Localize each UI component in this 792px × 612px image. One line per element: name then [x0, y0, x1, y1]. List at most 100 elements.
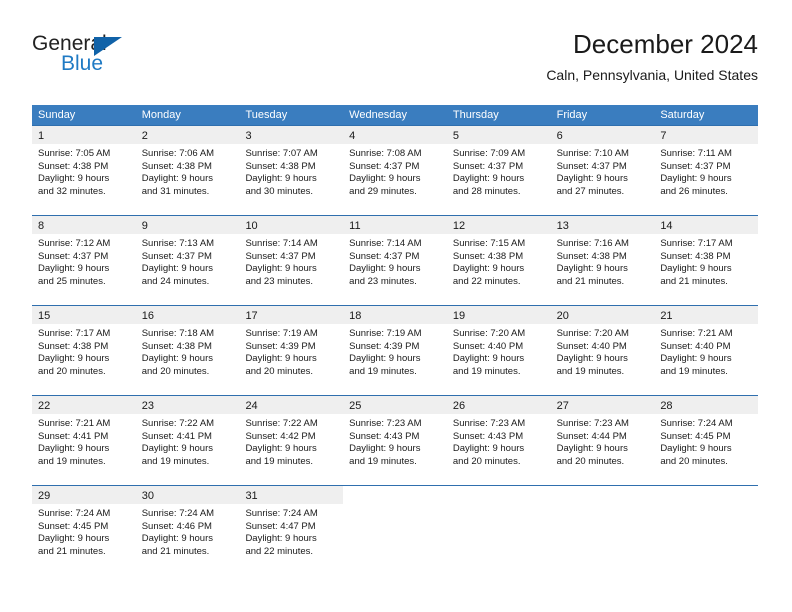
day-details: Sunrise: 7:15 AM Sunset: 4:38 PM Dayligh… — [447, 234, 551, 288]
day-cell[interactable]: 6 Sunrise: 7:10 AM Sunset: 4:37 PM Dayli… — [550, 126, 655, 215]
sunrise-text: Sunrise: 7:22 AM — [245, 418, 318, 429]
sunrise-text: Sunrise: 7:16 AM — [556, 238, 629, 249]
day-details: Sunrise: 7:23 AM Sunset: 4:43 PM Dayligh… — [447, 414, 551, 468]
day-number: 22 — [38, 400, 51, 412]
daylight-text-line2: and 19 minutes. — [38, 455, 106, 467]
sunrise-text: Sunrise: 7:17 AM — [38, 328, 111, 339]
day-details: Sunrise: 7:07 AM Sunset: 4:38 PM Dayligh… — [239, 144, 343, 198]
daylight-text-line2: and 20 minutes. — [38, 365, 106, 377]
day-cell[interactable]: 21 Sunrise: 7:21 AM Sunset: 4:40 PM Dayl… — [654, 306, 759, 395]
day-number: 29 — [38, 490, 51, 502]
daylight-text-line1: Daylight: 9 hours — [141, 353, 214, 365]
day-cell[interactable]: 16 Sunrise: 7:18 AM Sunset: 4:38 PM Dayl… — [135, 306, 240, 395]
title-block: December 2024 Caln, Pennsylvania, United… — [546, 28, 758, 85]
day-number: 7 — [660, 130, 667, 142]
day-number: 4 — [349, 130, 356, 142]
day-cell[interactable]: 4 Sunrise: 7:08 AM Sunset: 4:37 PM Dayli… — [343, 126, 447, 215]
day-cell[interactable]: 14 Sunrise: 7:17 AM Sunset: 4:38 PM Dayl… — [654, 216, 759, 305]
daylight-text-line2: and 19 minutes. — [556, 365, 625, 377]
daylight-text-line1: Daylight: 9 hours — [556, 443, 628, 455]
daylight-text-line2: and 20 minutes. — [556, 455, 625, 467]
day-cell[interactable]: 8 Sunrise: 7:12 AM Sunset: 4:37 PM Dayli… — [32, 216, 136, 305]
day-cell[interactable]: 30 Sunrise: 7:24 AM Sunset: 4:46 PM Dayl… — [135, 486, 240, 575]
day-cell[interactable]: 23 Sunrise: 7:22 AM Sunset: 4:41 PM Dayl… — [135, 396, 240, 485]
sunset-text: Sunset: 4:46 PM — [141, 520, 212, 532]
day-cell-empty — [654, 486, 758, 575]
daylight-text-line1: Daylight: 9 hours — [349, 353, 421, 365]
day-cell[interactable]: 7 Sunrise: 7:11 AM Sunset: 4:37 PM Dayli… — [654, 126, 759, 215]
daylight-text-line1: Daylight: 9 hours — [38, 353, 110, 365]
day-number-band — [447, 486, 551, 504]
day-number-band: 21 — [654, 306, 759, 324]
daylight-text-line2: and 23 minutes. — [245, 275, 314, 287]
day-details: Sunrise: 7:11 AM Sunset: 4:37 PM Dayligh… — [654, 144, 758, 198]
day-cell[interactable]: 2 Sunrise: 7:06 AM Sunset: 4:38 PM Dayli… — [135, 126, 240, 215]
day-cell[interactable]: 28 Sunrise: 7:24 AM Sunset: 4:45 PM Dayl… — [654, 396, 759, 485]
daylight-text-line2: and 23 minutes. — [349, 275, 417, 287]
daylight-text-line2: and 20 minutes. — [660, 455, 728, 467]
day-cell[interactable]: 24 Sunrise: 7:22 AM Sunset: 4:42 PM Dayl… — [239, 396, 344, 485]
day-cell[interactable]: 17 Sunrise: 7:19 AM Sunset: 4:39 PM Dayl… — [239, 306, 344, 395]
day-cell[interactable]: 26 Sunrise: 7:23 AM Sunset: 4:43 PM Dayl… — [446, 396, 551, 485]
day-number-band: 22 — [32, 396, 136, 414]
daylight-text-line2: and 26 minutes. — [660, 185, 728, 197]
day-cell[interactable]: 9 Sunrise: 7:13 AM Sunset: 4:37 PM Dayli… — [135, 216, 240, 305]
day-cell[interactable]: 27 Sunrise: 7:23 AM Sunset: 4:44 PM Dayl… — [550, 396, 655, 485]
daylight-text-line2: and 29 minutes. — [349, 185, 417, 197]
day-cell[interactable]: 11 Sunrise: 7:14 AM Sunset: 4:37 PM Dayl… — [343, 216, 447, 305]
day-cell[interactable]: 12 Sunrise: 7:15 AM Sunset: 4:38 PM Dayl… — [446, 216, 551, 305]
daylight-text-line2: and 19 minutes. — [349, 455, 417, 467]
daylight-text-line1: Daylight: 9 hours — [141, 533, 214, 545]
day-cell[interactable]: 20 Sunrise: 7:20 AM Sunset: 4:40 PM Dayl… — [550, 306, 655, 395]
day-cell[interactable]: 25 Sunrise: 7:23 AM Sunset: 4:43 PM Dayl… — [343, 396, 447, 485]
day-cell[interactable]: 3 Sunrise: 7:07 AM Sunset: 4:38 PM Dayli… — [239, 126, 344, 215]
day-number: 17 — [245, 310, 258, 322]
day-number-band: 31 — [239, 486, 344, 504]
sunset-text: Sunset: 4:39 PM — [245, 340, 316, 352]
day-number: 30 — [141, 490, 154, 502]
sunrise-text: Sunrise: 7:08 AM — [349, 148, 422, 159]
day-cell-empty — [551, 486, 655, 575]
daylight-text-line1: Daylight: 9 hours — [660, 173, 732, 185]
day-details: Sunrise: 7:14 AM Sunset: 4:37 PM Dayligh… — [343, 234, 447, 288]
sunrise-text: Sunrise: 7:14 AM — [349, 238, 422, 249]
day-details: Sunrise: 7:23 AM Sunset: 4:44 PM Dayligh… — [551, 414, 655, 468]
weekday-header-sunday: Sunday — [38, 109, 76, 121]
day-details: Sunrise: 7:21 AM Sunset: 4:40 PM Dayligh… — [654, 324, 758, 378]
day-number-band: 10 — [239, 216, 344, 234]
day-cell[interactable]: 5 Sunrise: 7:09 AM Sunset: 4:37 PM Dayli… — [446, 126, 551, 215]
sunset-text: Sunset: 4:38 PM — [38, 160, 109, 172]
day-cell[interactable]: 1 Sunrise: 7:05 AM Sunset: 4:38 PM Dayli… — [32, 126, 136, 215]
day-number-band: 7 — [654, 126, 759, 144]
sunset-text: Sunset: 4:37 PM — [556, 160, 627, 172]
brand-logo[interactable]: General Blue — [32, 32, 192, 84]
day-cell[interactable]: 31 Sunrise: 7:24 AM Sunset: 4:47 PM Dayl… — [239, 486, 344, 575]
day-number: 23 — [141, 400, 154, 412]
sunset-text: Sunset: 4:40 PM — [452, 340, 524, 352]
daylight-text-line1: Daylight: 9 hours — [245, 533, 317, 545]
sunset-text: Sunset: 4:39 PM — [349, 340, 420, 352]
day-number-band: 8 — [32, 216, 136, 234]
day-cell[interactable]: 19 Sunrise: 7:20 AM Sunset: 4:40 PM Dayl… — [446, 306, 551, 395]
page-subtitle: Caln, Pennsylvania, United States — [546, 67, 758, 83]
day-details: Sunrise: 7:10 AM Sunset: 4:37 PM Dayligh… — [551, 144, 655, 198]
calendar-week-row: 22 Sunrise: 7:21 AM Sunset: 4:41 PM Dayl… — [32, 395, 759, 485]
day-number: 31 — [245, 490, 258, 502]
day-details: Sunrise: 7:21 AM Sunset: 4:41 PM Dayligh… — [32, 414, 136, 468]
sunset-text: Sunset: 4:38 PM — [141, 340, 212, 352]
daylight-text-line2: and 24 minutes. — [141, 275, 210, 287]
brand-name-blue: Blue — [61, 52, 104, 75]
day-cell[interactable]: 10 Sunrise: 7:14 AM Sunset: 4:37 PM Dayl… — [239, 216, 344, 305]
day-cell[interactable]: 29 Sunrise: 7:24 AM Sunset: 4:45 PM Dayl… — [32, 486, 136, 575]
day-cell[interactable]: 13 Sunrise: 7:16 AM Sunset: 4:38 PM Dayl… — [550, 216, 655, 305]
daylight-text-line2: and 19 minutes. — [349, 365, 417, 377]
sunset-text: Sunset: 4:38 PM — [660, 250, 731, 262]
day-details: Sunrise: 7:05 AM Sunset: 4:38 PM Dayligh… — [32, 144, 136, 198]
daylight-text-line2: and 21 minutes. — [141, 545, 210, 557]
day-cell[interactable]: 15 Sunrise: 7:17 AM Sunset: 4:38 PM Dayl… — [32, 306, 136, 395]
day-cell[interactable]: 18 Sunrise: 7:19 AM Sunset: 4:39 PM Dayl… — [343, 306, 447, 395]
day-cell[interactable]: 22 Sunrise: 7:21 AM Sunset: 4:41 PM Dayl… — [32, 396, 136, 485]
weekday-header-monday: Monday — [141, 109, 181, 121]
sunrise-text: Sunrise: 7:14 AM — [245, 238, 318, 249]
daylight-text-line2: and 19 minutes. — [660, 365, 728, 377]
